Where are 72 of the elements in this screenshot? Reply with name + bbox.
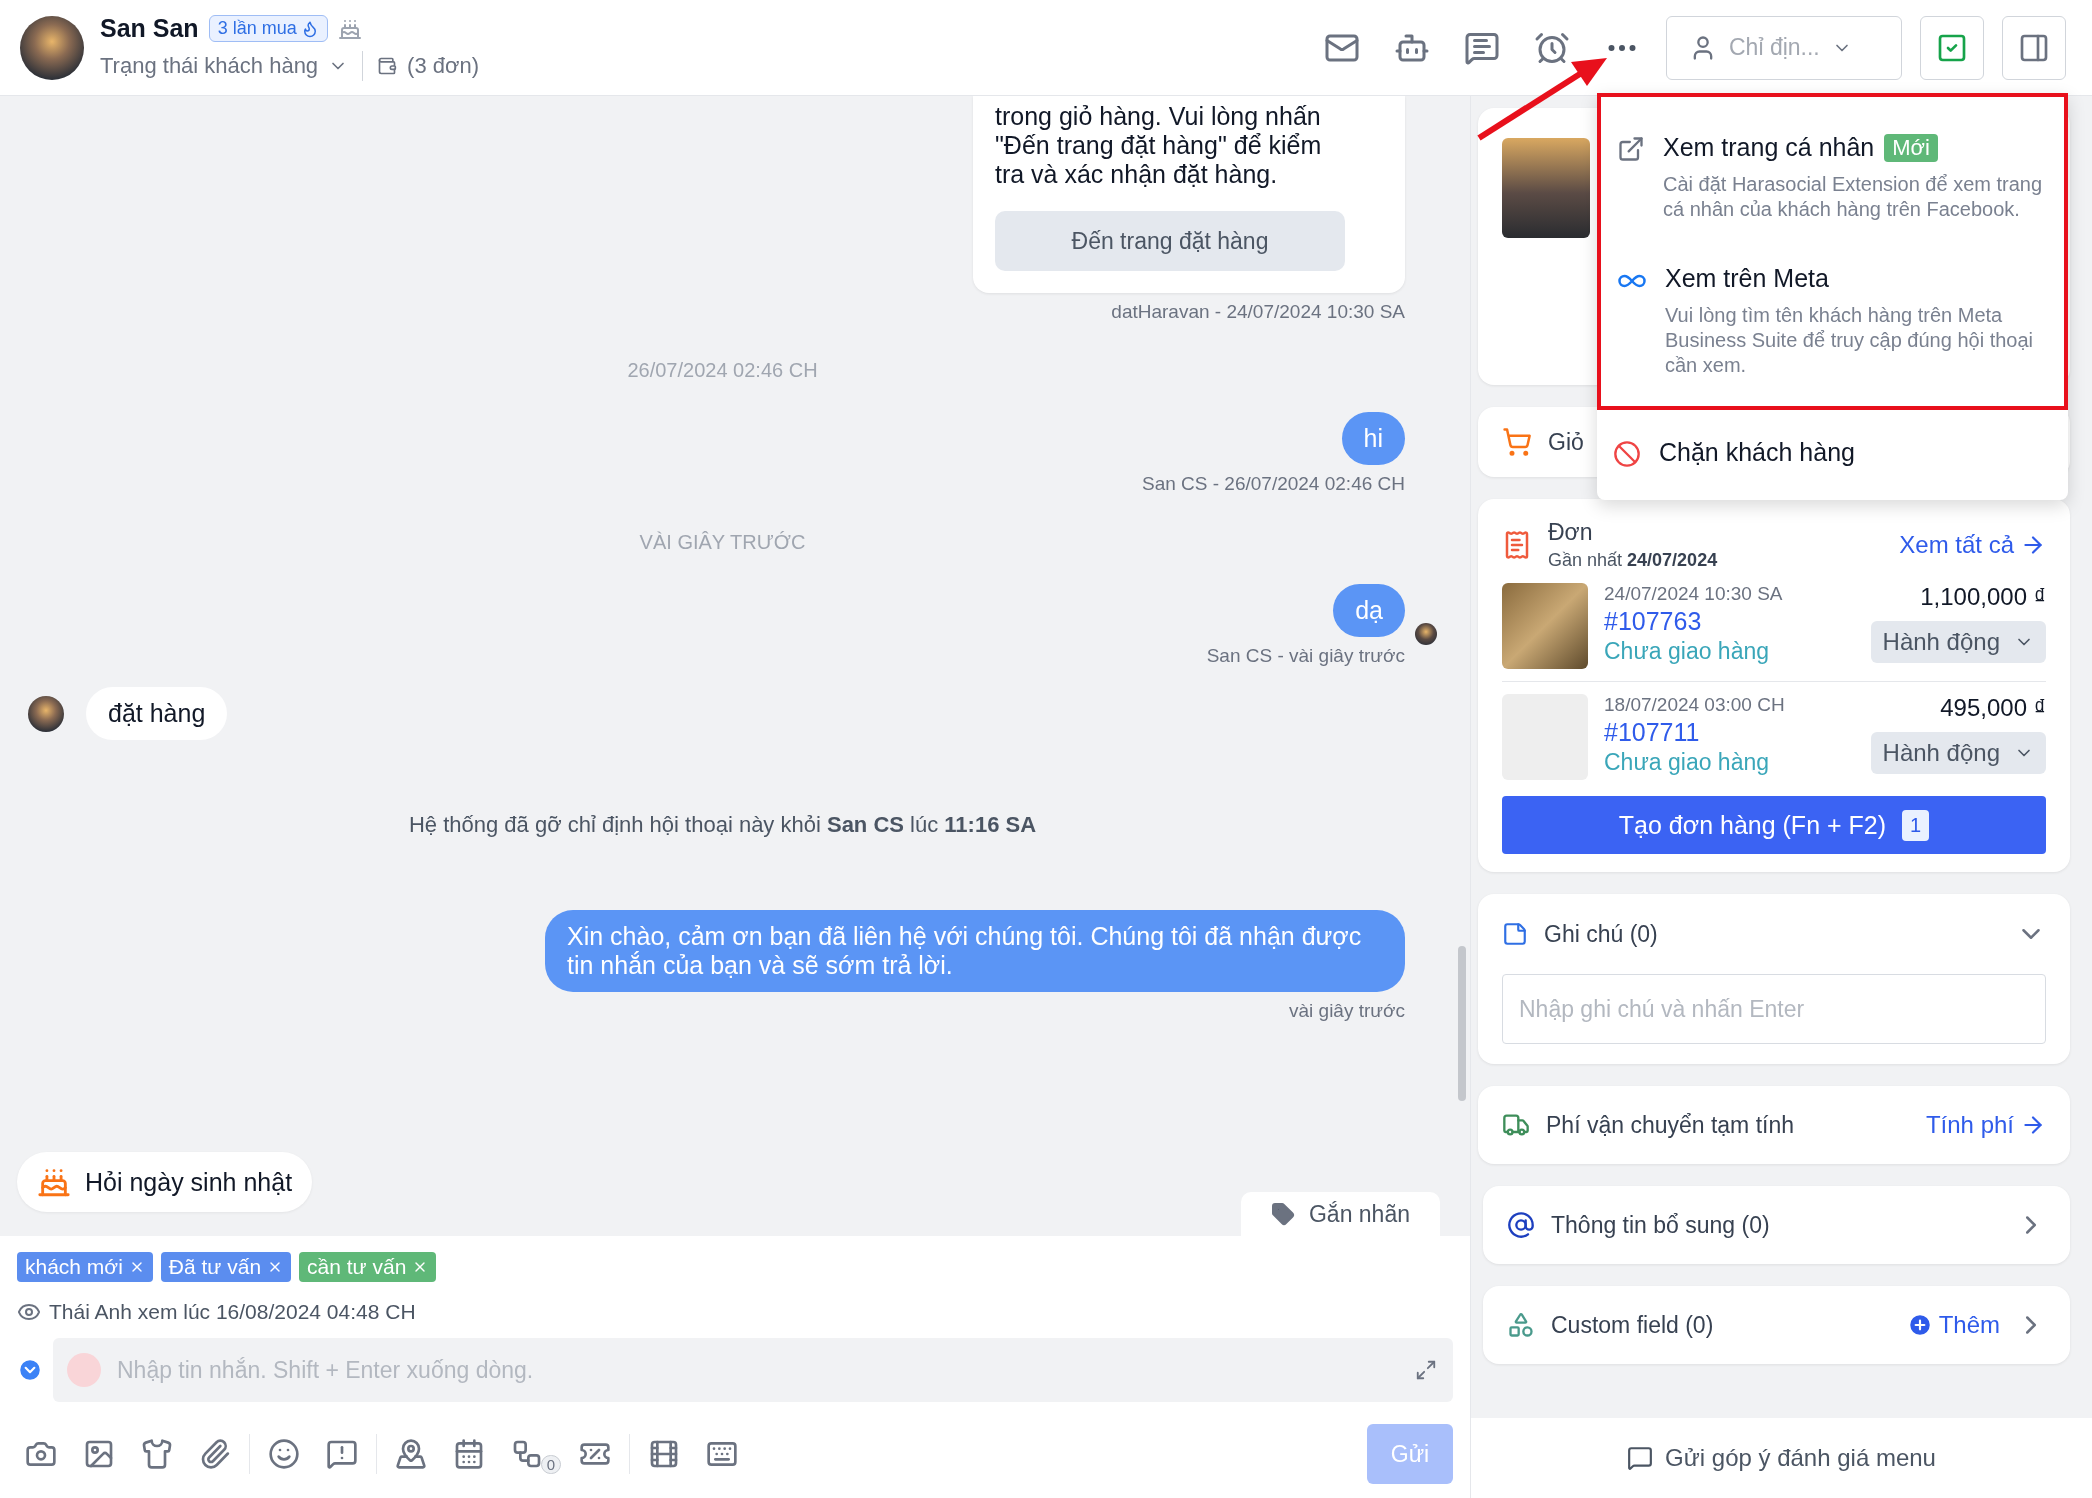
menu-item[interactable]: Xem trang cá nhân Mới Cài đặt Harasocial Extension để xem trang cá nhân của khách hàng trên Facebook. xyxy=(1601,105,2064,236)
order-status: Chưa giao hàng xyxy=(1604,638,1771,665)
calculate-fee-link[interactable]: Tính phí xyxy=(1925,1111,2046,1139)
shipping-title: Phí vận chuyển tạm tính xyxy=(1546,1111,1795,1139)
message-text: trong giỏ hàng. Vui lòng nhấn "Đến trang đặt hàng" để kiểm tra và xác nhận đặt hàng. xyxy=(995,102,1323,189)
new-badge: Mới xyxy=(1884,133,1938,162)
note-input[interactable]: Nhập ghi chú và nhấn Enter xyxy=(1502,974,2046,1044)
message-meta: San CS - 26/07/2024 02:46 CH xyxy=(1142,473,1405,495)
customer-status-dropdown[interactable]: Trạng thái khách hàng xyxy=(100,53,319,79)
message-meta: vài giây trước xyxy=(1289,1000,1405,1022)
orders-title: Đơn xyxy=(1548,519,1594,546)
message-meta: datHaravan - 24/07/2024 10:30 SA xyxy=(1111,301,1405,323)
panel-toggle-button[interactable] xyxy=(2002,15,2066,80)
at-sign-icon xyxy=(1507,1211,1535,1239)
birthday-chip[interactable]: Hỏi ngày sinh nhật xyxy=(17,1152,313,1212)
menu-item-description: Cài đặt Harasocial Extension để xem trang cá nhân của khách hàng trên Facebook. xyxy=(1663,172,2043,222)
action-dropdown[interactable]: Hành động xyxy=(1870,732,2046,774)
tag: cần tư vấn xyxy=(299,1252,437,1282)
custom-field-title: Custom field (0) xyxy=(1551,1311,1714,1339)
feedback-button[interactable]: Gửi góp ý đánh giá menu xyxy=(1471,1418,2092,1498)
check-button[interactable] xyxy=(1920,15,1984,80)
menu-item-title: Xem trang cá nhân xyxy=(1663,133,1875,162)
order-price: 1,100,000 ₫ xyxy=(1920,583,2046,611)
create-order-button[interactable]: Tạo đơn hàng (Fn + F2) 1 xyxy=(1502,796,2046,854)
action-dropdown[interactable]: Hành động xyxy=(1870,621,2046,663)
cart-icon xyxy=(1502,427,1532,457)
menu-item-title: Chặn khách hàng xyxy=(1659,438,1855,467)
seen-info: Thái Anh xem lúc 16/08/2024 04:48 CH xyxy=(49,1300,416,1324)
tag: Đã tư vấn xyxy=(160,1252,292,1282)
expand-icon[interactable] xyxy=(1415,1359,1437,1381)
menu-item[interactable]: Chặn khách hàng xyxy=(1597,410,2068,486)
message-bubble: đặt hàng xyxy=(86,687,228,740)
purchase-badge: 3 lần mua xyxy=(208,15,328,42)
message-bubble: dạ xyxy=(1333,584,1405,637)
tag-icon xyxy=(1270,1202,1295,1226)
extra-info-title: Thông tin bổ sung (0) xyxy=(1551,1211,1770,1239)
message-icon xyxy=(1627,1445,1654,1471)
message-input[interactable]: Nhập tin nhắn. Shift + Enter xuống dòng. xyxy=(53,1338,1453,1402)
tag: khách mới xyxy=(17,1252,153,1282)
order-date: 24/07/2024 10:30 SA xyxy=(1604,583,1784,605)
order-page-button[interactable]: Đến trang đặt hàng xyxy=(995,211,1345,271)
system-message: Hệ thống đã gỡ chỉ định hội thoại này khỏi San CS lúc 11:16 SA xyxy=(407,812,1037,838)
date-separator: 26/07/2024 02:46 CH xyxy=(626,359,818,382)
order-date: 18/07/2024 03:00 CH xyxy=(1604,694,1786,716)
message-bubble: hi xyxy=(1341,412,1405,465)
ban-icon xyxy=(1613,440,1641,468)
chevron-down-icon[interactable] xyxy=(17,1357,43,1383)
shapes-icon xyxy=(1507,1311,1535,1339)
orders-count: (3 đơn) xyxy=(407,53,479,79)
message-bubble: Xin chào, cảm ơn bạn đã liên hệ với chúng tôi. Chúng tôi đã nhận được tin nhắn của bạn và sẽ sớm trả lời. xyxy=(545,910,1405,992)
latest-order-date: Gần nhất 24/07/2024 xyxy=(1548,550,1718,571)
message-meta: San CS - vài giây trước xyxy=(1206,645,1405,667)
date-separator: VÀI GIÂY TRƯỚC xyxy=(638,531,806,554)
add-link[interactable]: Thêm xyxy=(1906,1311,2000,1339)
menu-item[interactable]: Xem trên Meta Vui lòng tìm tên khách hàng trên Meta Business Suite để truy cập đúng hội thoại cần xem. xyxy=(1601,236,2064,392)
label-tab[interactable]: Gắn nhãn xyxy=(1240,1192,1440,1236)
order-status: Chưa giao hàng xyxy=(1604,749,1771,776)
order-id-link[interactable]: #107711 xyxy=(1604,718,1855,747)
menu-item-description: Vui lòng tìm tên khách hàng trên Meta Business Suite để truy cập đúng hội thoại cần xem. xyxy=(1665,303,2035,378)
notes-title: Ghi chú (0) xyxy=(1544,920,1658,948)
count-badge: 1 xyxy=(1902,809,1930,841)
customer-avatar xyxy=(28,695,64,732)
order-price: 495,000 ₫ xyxy=(1940,694,2046,722)
cart-title: Giỏ xyxy=(1548,428,1584,456)
scrollbar[interactable] xyxy=(1458,946,1466,1101)
customer-name: San San xyxy=(100,14,199,43)
order-id-link[interactable]: #107763 xyxy=(1604,607,1855,636)
wallet-icon xyxy=(377,56,398,76)
view-all-link[interactable]: Xem tất cả xyxy=(1899,531,2046,559)
external-link-icon xyxy=(1617,135,1645,163)
note-icon xyxy=(1502,921,1528,947)
menu-item-title: Xem trên Meta xyxy=(1665,264,1829,293)
